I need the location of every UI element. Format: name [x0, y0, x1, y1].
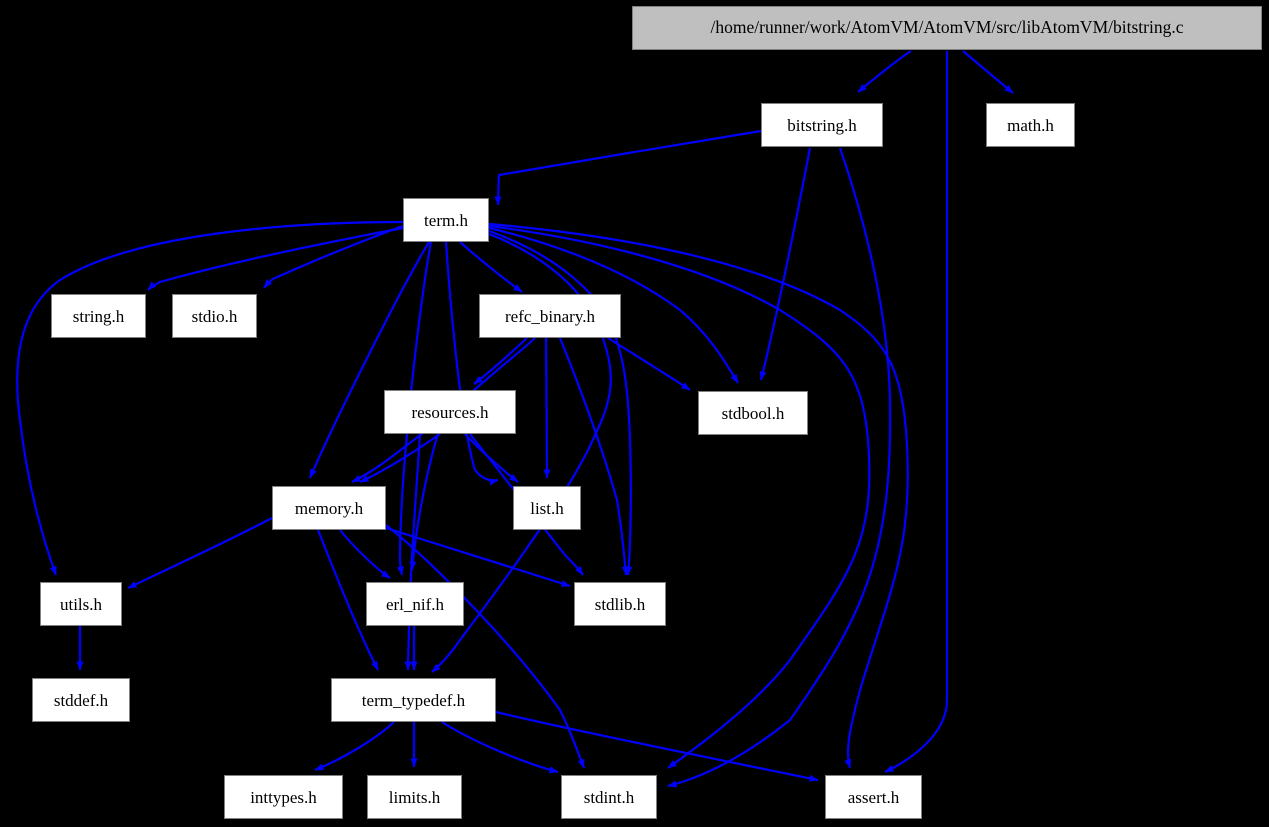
edge-root-to-math_h	[962, 50, 1014, 94]
node-memory_h[interactable]: memory.h	[272, 486, 386, 530]
edge-memory_h-to-erl_nif_h	[339, 529, 391, 579]
edge-refc_binary_h-to-list_h	[543, 337, 551, 479]
node-stdbool_h[interactable]: stdbool.h	[698, 391, 808, 435]
edge-term_typedef_h-to-assert_h	[495, 710, 819, 782]
node-string_h[interactable]: string.h	[51, 294, 146, 338]
edge-resources_h-to-list_h	[464, 433, 519, 483]
graph-edges-canvas	[16, 50, 1014, 788]
edge-refc_binary_h-to-resources_h	[473, 337, 528, 385]
node-term_h[interactable]: term.h	[403, 198, 489, 242]
node-limits_h[interactable]: limits.h	[367, 775, 462, 819]
edge-root-to-bitstring_h	[857, 50, 912, 93]
edge-term_h-to-list_h	[444, 241, 499, 486]
node-math_h[interactable]: math.h	[986, 103, 1075, 147]
node-stdlib_h[interactable]: stdlib.h	[574, 582, 666, 626]
node-stddef_h[interactable]: stddef.h	[32, 678, 130, 722]
node-stdint_h[interactable]: stdint.h	[561, 775, 657, 819]
node-inttypes_h[interactable]: inttypes.h	[224, 775, 343, 819]
edge-memory_h-to-stdint_h	[385, 524, 586, 769]
edge-term_h-to-refc_binary_h	[459, 241, 523, 293]
edge-bitstring_h-to-stdbool_h	[759, 147, 812, 381]
include-dependency-graph: /home/runner/work/AtomVM/AtomVM/src/libA…	[0, 0, 1269, 827]
edge-bitstring_h-to-term_h	[494, 129, 762, 206]
edge-refc_binary_h-to-stdlib_h	[558, 337, 629, 576]
edge-term_typedef_h-to-stdint_h	[441, 721, 559, 774]
edge-root-to-assert_h	[884, 51, 949, 773]
node-assert_h[interactable]: assert.h	[825, 775, 922, 819]
edge-term_h-to-stdio_h	[263, 224, 404, 289]
node-list_h[interactable]: list.h	[513, 486, 581, 530]
node-root: /home/runner/work/AtomVM/AtomVM/src/libA…	[632, 6, 1262, 50]
edge-refc_binary_h-to-stdbool_h	[607, 337, 691, 391]
node-erl_nif_h[interactable]: erl_nif.h	[366, 582, 464, 626]
node-stdio_h[interactable]: stdio.h	[172, 294, 257, 338]
edge-bitstring_h-to-stdint_h	[667, 147, 892, 788]
node-bitstring_h[interactable]: bitstring.h	[761, 103, 883, 147]
edge-term_typedef_h-to-inttypes_h	[314, 721, 395, 772]
node-resources_h[interactable]: resources.h	[384, 390, 516, 434]
node-term_typedef_h[interactable]: term_typedef.h	[331, 678, 496, 722]
node-refc_binary_h[interactable]: refc_binary.h	[479, 294, 621, 338]
edge-memory_h-to-utils_h	[127, 517, 273, 589]
node-utils_h[interactable]: utils.h	[40, 582, 122, 626]
